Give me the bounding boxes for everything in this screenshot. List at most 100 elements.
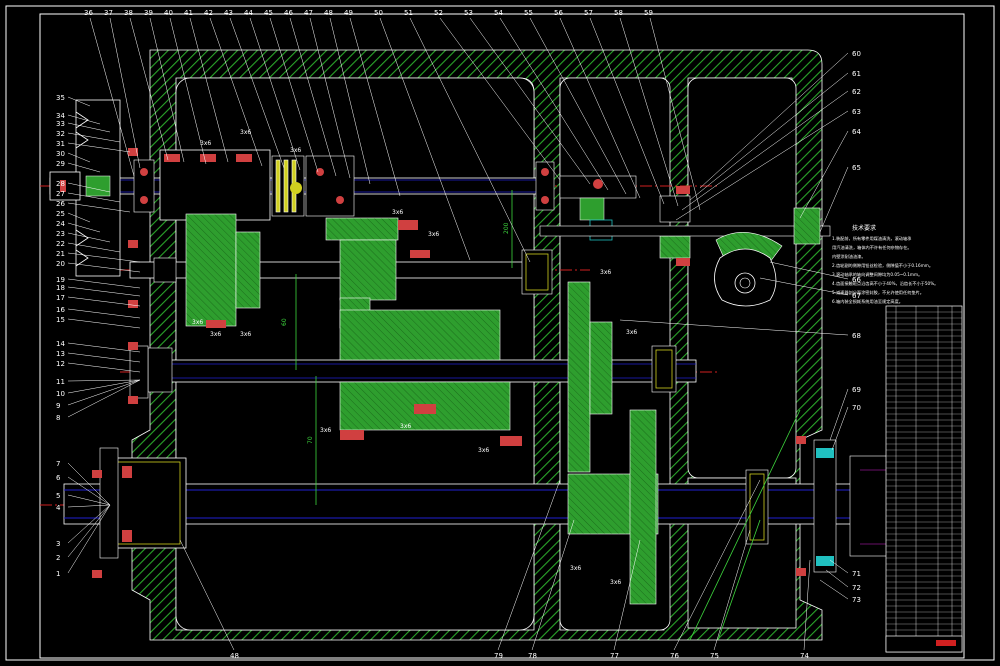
callout-17: 17 (56, 294, 65, 302)
callout-15: 15 (56, 316, 65, 324)
callout-63: 63 (852, 108, 861, 116)
callout-60: 60 (852, 50, 861, 58)
callout-42: 42 (204, 9, 213, 17)
callout-3: 3 (56, 540, 60, 548)
callout-41: 41 (184, 9, 193, 17)
callout-10: 10 (56, 390, 65, 398)
tech-notes-title: 技术要求 (852, 224, 876, 232)
callout-73: 73 (852, 596, 861, 604)
tech-note-line: 用汽油清洗，箱体内不许有任何杂物存在。 (832, 244, 912, 251)
callout-61: 61 (852, 70, 861, 78)
callout-16: 16 (56, 306, 65, 314)
callout-66: 66 (852, 276, 861, 284)
tech-note-line: 5.减速器剖分面涂密封胶，不允许使用任何垫片。 (832, 289, 924, 296)
callout-4: 4 (56, 504, 61, 512)
callout-30: 30 (56, 150, 65, 158)
callout-28: 28 (56, 180, 65, 188)
callout-57: 57 (584, 9, 593, 17)
gearbox-assembly-drawing: 技术要求 1.装配前，所有零件用煤油清洗，滚动轴承用汽油清洗，箱体内不许有任何杂… (5, 5, 995, 661)
dimension-label: 60 (281, 318, 288, 326)
gear-label: 3x6 (626, 329, 637, 336)
technical-requirements: 技术要求 1.装配前，所有零件用煤油清洗，滚动轴承用汽油清洗，箱体内不许有任何杂… (832, 224, 938, 305)
callout-26: 26 (56, 200, 65, 208)
callout-2: 2 (56, 554, 60, 562)
gear-label: 3x6 (392, 209, 403, 216)
gear-label: 3x6 (428, 231, 439, 238)
callout-20: 20 (56, 260, 65, 268)
callout-76: 76 (670, 652, 679, 660)
gear-label: 3x6 (600, 269, 611, 276)
gear-label: 3x6 (610, 579, 621, 586)
dimension-label: 70 (307, 436, 314, 444)
callout-67: 67 (852, 292, 861, 300)
callout-70: 70 (852, 404, 861, 412)
callout-77: 77 (610, 652, 619, 660)
gear-a (185, 213, 237, 327)
callout-48: 48 (324, 9, 333, 17)
callout-59: 59 (644, 9, 653, 17)
callout-65: 65 (852, 164, 861, 172)
gear-label: 3x6 (200, 140, 211, 147)
callout-11: 11 (56, 378, 65, 386)
callout-32: 32 (56, 130, 65, 138)
callout-54: 54 (494, 9, 503, 17)
callout-52: 52 (434, 9, 443, 17)
callout-6: 6 (56, 474, 61, 482)
callout-74: 74 (800, 652, 809, 660)
callout-33: 33 (56, 120, 65, 128)
callout-40: 40 (164, 9, 173, 17)
callout-23: 23 (56, 230, 65, 238)
tech-note-line: 4.齿面接触斑点沿齿高不小于40%，沿齿长不小于50%。 (832, 280, 938, 287)
callout-72: 72 (852, 584, 861, 592)
callout-14: 14 (56, 340, 65, 348)
gear-label: 3x6 (570, 565, 581, 572)
callout-68: 68 (852, 332, 861, 340)
callout-1: 1 (56, 570, 60, 578)
callout-47: 47 (304, 9, 313, 17)
gear-label: 3x6 (400, 423, 411, 430)
callout-50: 50 (374, 9, 383, 17)
callout-48: 48 (230, 652, 239, 660)
gear-label: 3x6 (240, 331, 251, 338)
gear-d (567, 281, 591, 473)
gear-label: 3x6 (210, 331, 221, 338)
callout-62: 62 (852, 88, 861, 96)
callout-27: 27 (56, 190, 65, 198)
callout-36: 36 (84, 9, 93, 17)
callout-56: 56 (554, 9, 563, 17)
callout-24: 24 (56, 220, 65, 228)
callout-78: 78 (528, 652, 537, 660)
callout-38: 38 (124, 9, 133, 17)
callout-44: 44 (244, 9, 253, 17)
callout-39: 39 (144, 9, 153, 17)
callout-58: 58 (614, 9, 623, 17)
gear-label: 3x6 (478, 447, 489, 454)
callout-34: 34 (56, 112, 65, 120)
callout-37: 37 (104, 9, 113, 17)
callout-31: 31 (56, 140, 65, 148)
tech-note-line: 3.滚动轴承的轴向调整间隙均为0.05~0.1mm。 (832, 271, 922, 278)
callout-12: 12 (56, 360, 65, 368)
tech-note-line: 6.箱内装全损耗系统用油至规定高度。 (832, 298, 903, 305)
callout-25: 25 (56, 210, 65, 218)
callout-53: 53 (464, 9, 473, 17)
callout-13: 13 (56, 350, 65, 358)
gear-label: 3x6 (320, 427, 331, 434)
dimension-label: 200 (503, 222, 510, 234)
gear-b (325, 217, 399, 241)
callout-29: 29 (56, 160, 65, 168)
gear-label: 3x6 (192, 319, 203, 326)
gear-label: 3x6 (240, 129, 251, 136)
callout-46: 46 (284, 9, 293, 17)
callout-79: 79 (494, 652, 503, 660)
callout-8: 8 (56, 414, 60, 422)
cad-drawing-canvas: 技术要求 1.装配前，所有零件用煤油清洗，滚动轴承 用汽油清洗，箱体内不许有任何杂… (0, 0, 1000, 666)
callout-45: 45 (264, 9, 273, 17)
tech-note-line: 2.齿轮副的侧隙用铅丝检验，侧隙值不小于0.16mm。 (832, 262, 933, 269)
callout-71: 71 (852, 570, 861, 578)
callout-21: 21 (56, 250, 65, 258)
callout-9: 9 (56, 402, 60, 410)
callout-18: 18 (56, 284, 65, 292)
callout-49: 49 (344, 9, 353, 17)
callout-51: 51 (404, 9, 413, 17)
